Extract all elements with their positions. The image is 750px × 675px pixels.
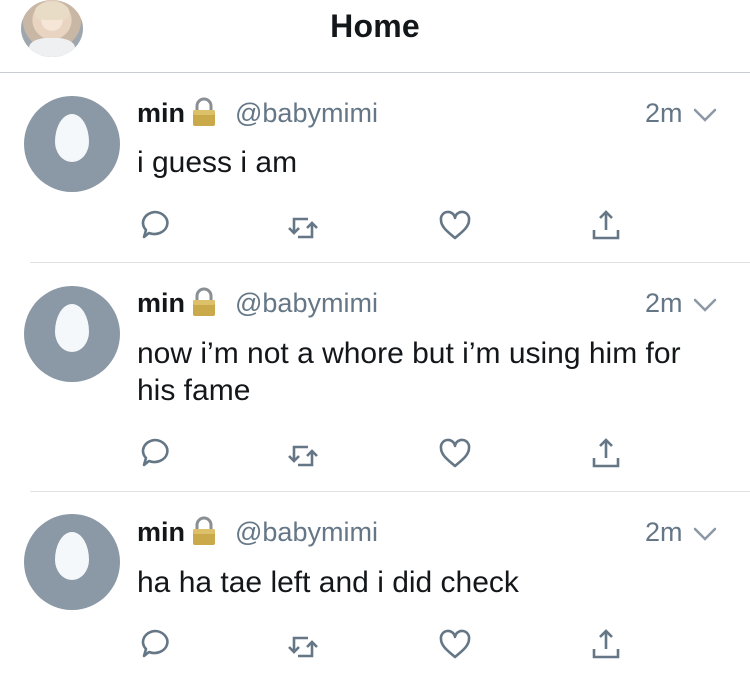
tweet-author-handle[interactable]: @babymimi xyxy=(235,98,378,129)
like-icon[interactable] xyxy=(438,628,472,662)
divider xyxy=(30,262,750,263)
like-icon[interactable] xyxy=(438,437,472,471)
tweet-author-name[interactable]: min xyxy=(137,98,185,129)
chevron-down-icon[interactable] xyxy=(692,525,718,543)
lock-icon xyxy=(193,287,215,316)
chevron-down-icon[interactable] xyxy=(692,296,718,314)
tweet-text: i guess i am xyxy=(137,146,298,179)
lock-icon xyxy=(193,97,215,126)
default-egg-avatar[interactable] xyxy=(24,286,120,382)
retweet-icon[interactable] xyxy=(286,211,320,245)
default-egg-avatar[interactable] xyxy=(24,96,120,192)
tweet-author-handle[interactable]: @babymimi xyxy=(235,288,378,319)
tweet-author-name[interactable]: min xyxy=(137,288,185,319)
tweet-text: now i’m not a whore but i’m using him fo… xyxy=(137,337,681,407)
top-bar: Home xyxy=(0,0,750,73)
lock-icon xyxy=(193,516,215,545)
tweet-timestamp: 2m xyxy=(645,98,683,128)
retweet-icon[interactable] xyxy=(286,439,320,473)
tweet-timestamp: 2m xyxy=(645,517,683,547)
tweet-text: ha ha tae left and i did check xyxy=(137,566,519,599)
reply-icon[interactable] xyxy=(138,627,172,661)
share-icon[interactable] xyxy=(589,436,623,470)
reply-icon[interactable] xyxy=(138,208,172,242)
tweet-timestamp: 2m xyxy=(645,288,683,318)
default-egg-avatar[interactable] xyxy=(24,514,120,610)
reply-icon[interactable] xyxy=(138,436,172,470)
divider xyxy=(30,491,750,492)
share-icon[interactable] xyxy=(589,208,623,242)
chevron-down-icon[interactable] xyxy=(692,106,718,124)
tweet-author-name[interactable]: min xyxy=(137,517,185,548)
like-icon[interactable] xyxy=(438,209,472,243)
retweet-icon[interactable] xyxy=(286,630,320,664)
share-icon[interactable] xyxy=(589,627,623,661)
page-title: Home xyxy=(330,8,420,44)
tweet-author-handle[interactable]: @babymimi xyxy=(235,517,378,548)
